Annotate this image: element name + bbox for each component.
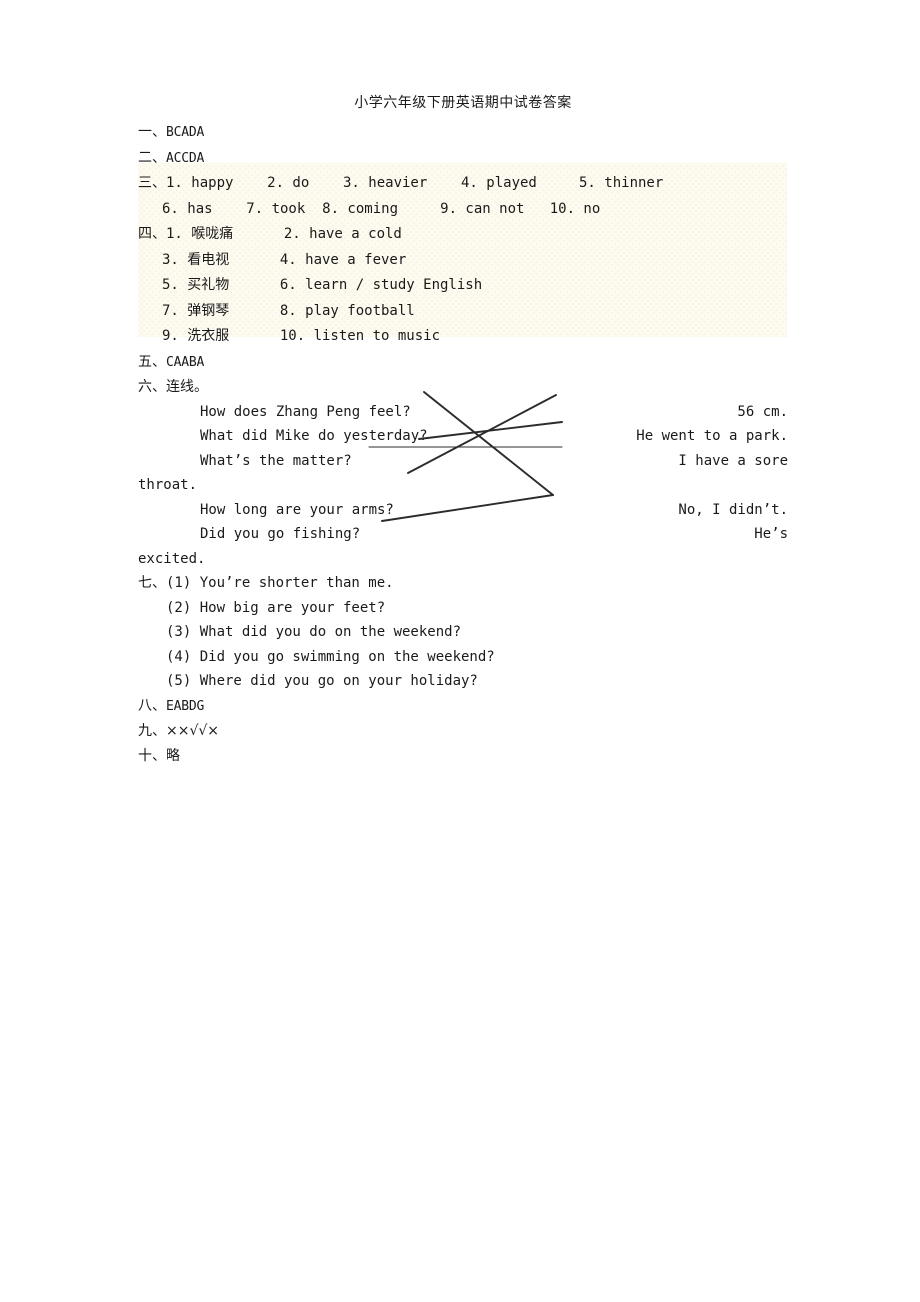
- section-four-row-5: 9. 洗衣服 10. listen to music: [138, 324, 788, 350]
- section-eight-label: 八、: [138, 697, 166, 714]
- section-five: 五、CAABA: [138, 350, 788, 376]
- section-seven-line-2: (2) How big are your feet?: [166, 599, 386, 616]
- section-three-line-1: 1. happy 2. do 3. heavier 4. played 5. t…: [166, 175, 664, 191]
- page-title: 小学六年级下册英语期中试卷答案: [354, 95, 572, 111]
- match-row-4: No, I didn’t. How long are your arms?: [138, 498, 788, 523]
- match-wrap-throat: throat.: [138, 477, 198, 493]
- section-four-line-4: 7. 弹钢琴 8. play football: [162, 302, 415, 319]
- match-right-4[interactable]: No, I didn’t.: [678, 498, 788, 523]
- section-four-line-5: 9. 洗衣服 10. listen to music: [162, 328, 441, 344]
- match-right-3[interactable]: I have a sore: [678, 449, 788, 474]
- matching-exercise: 56 cm. How does Zhang Peng feel? He went …: [138, 400, 788, 572]
- section-three-line-2: 6. has 7. took 8. coming 9. can not 10. …: [162, 200, 601, 217]
- section-seven-line-3: (3) What did you do on the weekend?: [166, 624, 462, 640]
- section-ten-label: 十、: [138, 747, 166, 764]
- section-seven-row-1: 七、(1) You’re shorter than me.: [138, 571, 788, 596]
- section-two: 二、ACCDA: [138, 146, 788, 172]
- section-three-label: 三、: [138, 175, 166, 191]
- section-eight-answer: EABDG: [166, 698, 205, 714]
- section-six-instruction: 连线。: [166, 379, 208, 395]
- section-four-row-2: 3. 看电视 4. have a fever: [138, 248, 788, 274]
- section-four-label: 四、: [138, 226, 166, 242]
- section-one: 一、BCADA: [138, 120, 788, 146]
- section-seven-row-4: (4) Did you go swimming on the weekend?: [138, 645, 788, 670]
- section-five-answer: CAABA: [166, 354, 205, 370]
- section-four-row-3: 5. 买礼物 6. learn / study English: [138, 273, 788, 299]
- section-nine-answer: ××√√×: [166, 723, 220, 739]
- section-four-line-3: 5. 买礼物 6. learn / study English: [162, 277, 483, 293]
- section-seven-label: 七、: [138, 575, 166, 591]
- match-row-3: I have a sore What’s the matter?: [138, 449, 788, 474]
- match-row-5: He’s Did you go fishing?: [138, 522, 788, 547]
- match-right-1[interactable]: 56 cm.: [737, 400, 788, 425]
- section-five-label: 五、: [138, 353, 166, 370]
- section-seven-row-2: (2) How big are your feet?: [138, 596, 788, 621]
- match-wrap-excited: excited.: [138, 550, 206, 567]
- match-row-1: 56 cm. How does Zhang Peng feel?: [138, 400, 788, 425]
- answer-sheet-page: 小学六年级下册英语期中试卷答案 一、BCADA 二、ACCDA 三、1. hap…: [0, 0, 920, 1302]
- section-four-row-1: 四、1. 喉咙痛 2. have a cold: [138, 222, 788, 248]
- match-left-3[interactable]: What’s the matter?: [138, 449, 352, 474]
- section-three-row-1: 三、1. happy 2. do 3. heavier 4. played 5.…: [138, 171, 788, 197]
- section-seven-line-5: (5) Where did you go on your holiday?: [166, 673, 478, 689]
- section-two-label: 二、: [138, 149, 166, 166]
- section-seven-row-5: (5) Where did you go on your holiday?: [138, 669, 788, 694]
- section-one-answer: BCADA: [166, 125, 205, 140]
- match-left-4[interactable]: How long are your arms?: [138, 498, 394, 523]
- section-six-header: 六、连线。: [138, 375, 788, 400]
- section-seven-row-3: (3) What did you do on the weekend?: [138, 620, 788, 645]
- section-two-answer: ACCDA: [166, 150, 205, 166]
- section-nine-label: 九、: [138, 723, 166, 739]
- match-left-5[interactable]: Did you go fishing?: [138, 522, 360, 547]
- section-eight: 八、EABDG: [138, 694, 788, 720]
- section-ten-answer: 略: [166, 747, 180, 764]
- section-ten: 十、略: [138, 744, 788, 769]
- section-four-line-2: 3. 看电视 4. have a fever: [162, 251, 407, 268]
- match-left-2[interactable]: What did Mike do yesterday?: [138, 424, 428, 449]
- section-nine: 九、××√√×: [138, 719, 788, 744]
- document-content: 小学六年级下册英语期中试卷答案 一、BCADA 二、ACCDA 三、1. hap…: [138, 92, 788, 768]
- section-seven-line-1: (1) You’re shorter than me.: [166, 575, 394, 591]
- section-six-label: 六、: [138, 379, 166, 395]
- match-left-1[interactable]: How does Zhang Peng feel?: [138, 400, 411, 425]
- match-row-2: He went to a park. What did Mike do yeste…: [138, 424, 788, 449]
- section-one-label: 一、: [138, 124, 166, 140]
- match-right-5[interactable]: He’s: [754, 522, 788, 547]
- section-seven-line-4: (4) Did you go swimming on the weekend?: [166, 648, 495, 665]
- section-three-row-2: 6. has 7. took 8. coming 9. can not 10. …: [138, 197, 788, 223]
- section-four-line-1: 1. 喉咙痛 2. have a cold: [166, 226, 402, 242]
- match-right-2[interactable]: He went to a park.: [636, 424, 788, 449]
- section-four-row-4: 7. 弹钢琴 8. play football: [138, 299, 788, 325]
